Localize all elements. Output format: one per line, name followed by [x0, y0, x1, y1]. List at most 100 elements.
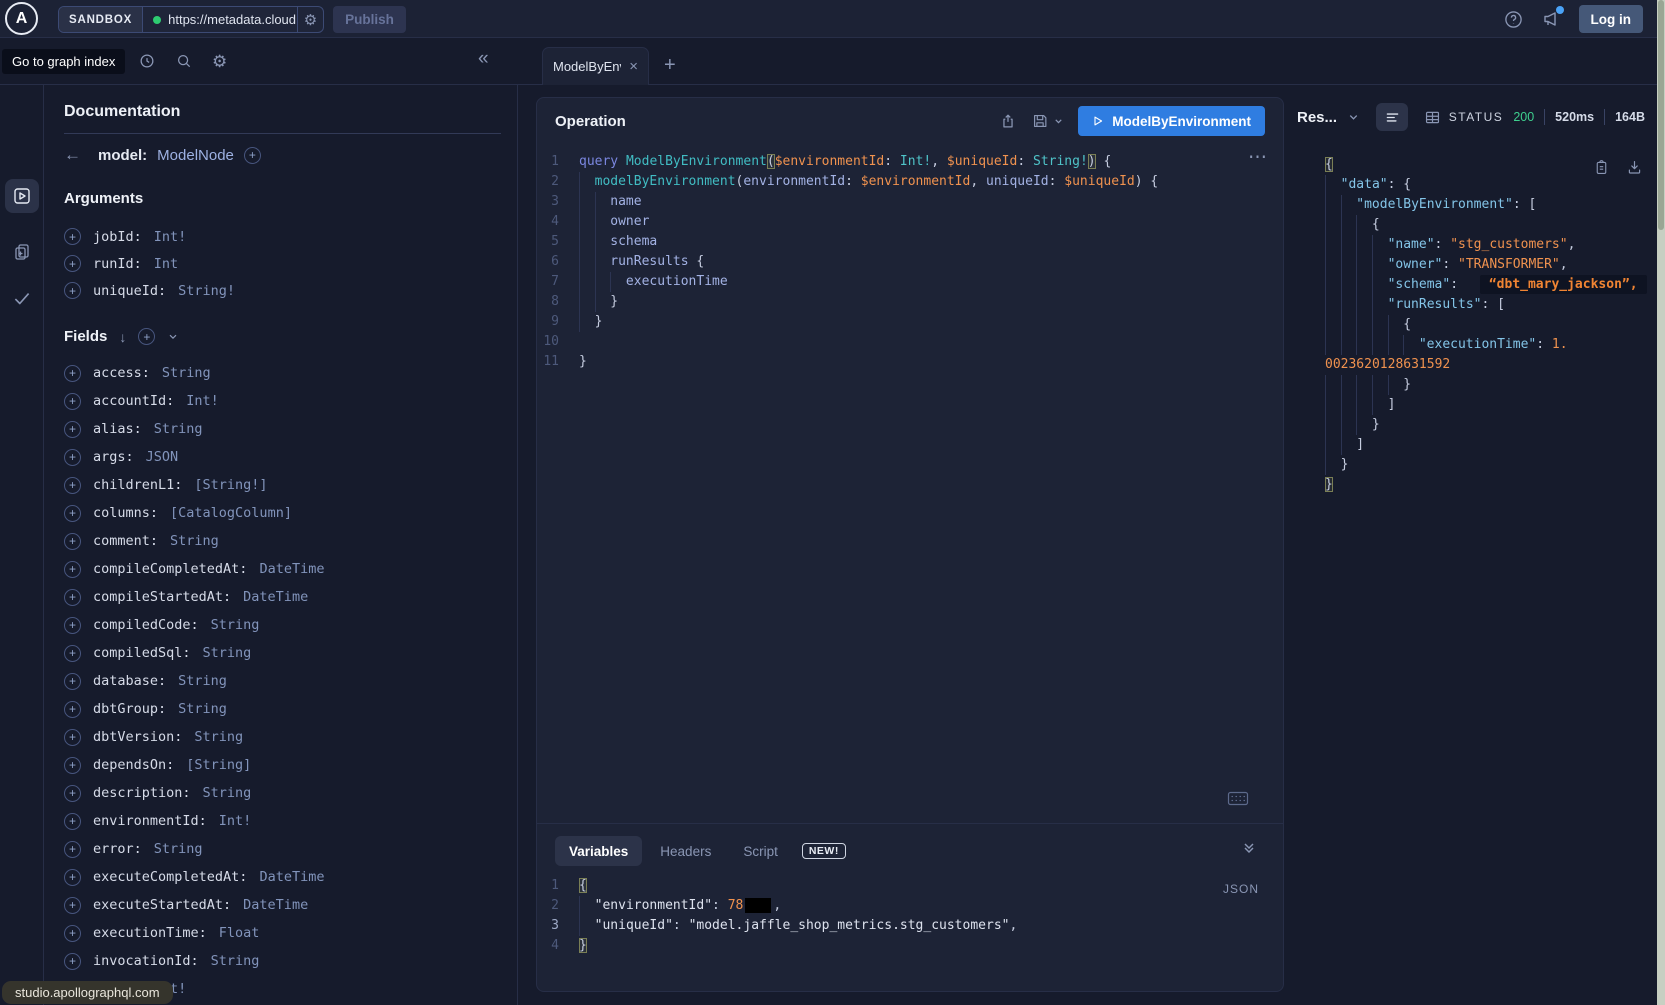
- doc-field-row[interactable]: +error:String: [64, 835, 501, 863]
- help-icon[interactable]: [1504, 10, 1523, 29]
- add-field-to-query-button[interactable]: +: [64, 785, 81, 802]
- add-field-to-query-button[interactable]: +: [64, 449, 81, 466]
- new-tab-button[interactable]: +: [664, 54, 676, 77]
- add-field-to-query-button[interactable]: +: [64, 505, 81, 522]
- connection-settings-gear-icon[interactable]: ⚙: [297, 7, 323, 32]
- doc-field-row[interactable]: +executionTime:Float: [64, 919, 501, 947]
- add-field-to-query-button[interactable]: +: [64, 925, 81, 942]
- add-field-to-query-button[interactable]: +: [64, 477, 81, 494]
- tab-variables[interactable]: Variables: [555, 836, 642, 866]
- code-line: }: [1325, 375, 1657, 395]
- add-field-to-query-button[interactable]: +: [64, 897, 81, 914]
- tab-script[interactable]: Script: [729, 836, 792, 866]
- download-response-icon[interactable]: [1626, 159, 1643, 176]
- add-field-to-query-button[interactable]: +: [64, 228, 81, 245]
- add-field-to-query-button[interactable]: +: [64, 869, 81, 886]
- doc-field-row[interactable]: +comment:String: [64, 527, 501, 555]
- add-field-to-query-button[interactable]: +: [64, 255, 81, 272]
- field-name: columns:: [93, 505, 158, 521]
- doc-field-row[interactable]: +database:String: [64, 667, 501, 695]
- doc-field-row[interactable]: +compileStartedAt:DateTime: [64, 583, 501, 611]
- add-field-to-query-button[interactable]: +: [64, 729, 81, 746]
- add-field-to-query-button[interactable]: +: [64, 841, 81, 858]
- search-icon[interactable]: [175, 52, 193, 70]
- doc-field-row[interactable]: +dbtGroup:String: [64, 695, 501, 723]
- collapse-sidebar-icon[interactable]: «: [478, 48, 489, 70]
- add-all-fields-button[interactable]: +: [138, 328, 155, 345]
- sort-fields-icon[interactable]: ↓: [119, 329, 126, 345]
- doc-field-row[interactable]: +columns:[CatalogColumn]: [64, 499, 501, 527]
- save-options-chevron-icon[interactable]: [1053, 116, 1064, 127]
- add-field-to-query-button[interactable]: +: [64, 365, 81, 382]
- doc-field-row[interactable]: +jobId:Int!: [64, 223, 501, 250]
- graph-index-tooltip: Go to graph index: [2, 49, 125, 74]
- history-icon[interactable]: [138, 52, 156, 70]
- doc-field-row[interactable]: +environmentId:Int!: [64, 807, 501, 835]
- add-field-to-query-button[interactable]: +: [64, 645, 81, 662]
- copy-response-icon[interactable]: [1593, 159, 1610, 176]
- add-field-to-query-button[interactable]: +: [64, 757, 81, 774]
- doc-field-row[interactable]: +alias:String: [64, 415, 501, 443]
- announcements-megaphone-icon[interactable]: [1541, 9, 1561, 29]
- page-scrollbar[interactable]: [1657, 0, 1665, 1005]
- add-field-to-query-button[interactable]: +: [64, 421, 81, 438]
- keyboard-shortcuts-icon[interactable]: [1227, 790, 1249, 807]
- run-operation-button[interactable]: ModelByEnvironment: [1078, 106, 1265, 136]
- doc-field-row[interactable]: +executeCompletedAt:DateTime: [64, 863, 501, 891]
- connection-status-dot: [153, 16, 161, 24]
- schema-diff-rail-icon[interactable]: [5, 235, 39, 269]
- settings-gear-icon[interactable]: ⚙: [212, 52, 227, 72]
- response-json-viewer[interactable]: {"data": {"modelByEnvironment": [{"name"…: [1297, 155, 1657, 495]
- query-editor[interactable]: 1query ModelByEnvironment($environmentId…: [537, 152, 1283, 372]
- login-button[interactable]: Log in: [1579, 5, 1644, 33]
- doc-field-row[interactable]: +access:String: [64, 359, 501, 387]
- doc-field-row[interactable]: +description:String: [64, 779, 501, 807]
- doc-field-row[interactable]: +uniqueId:String!: [64, 277, 501, 304]
- endpoint-url-group[interactable]: SANDBOX https://metadata.cloud.get ⚙: [58, 6, 324, 33]
- scrollbar-thumb[interactable]: [1658, 0, 1664, 230]
- doc-field-row[interactable]: +compiledCode:String: [64, 611, 501, 639]
- response-json-view-icon[interactable]: [1376, 103, 1408, 131]
- variables-editor[interactable]: 1{2"environmentId": 78,3"uniqueId": "mod…: [537, 876, 1283, 956]
- tab-close-icon[interactable]: ×: [629, 59, 638, 74]
- doc-field-row[interactable]: +args:JSON: [64, 443, 501, 471]
- tab-model-by-environment[interactable]: ModelByEnvi... ×: [542, 47, 649, 85]
- doc-field-row[interactable]: +invocationId:String: [64, 947, 501, 975]
- response-chevron-icon[interactable]: [1347, 111, 1360, 124]
- doc-field-row[interactable]: +compileCompletedAt:DateTime: [64, 555, 501, 583]
- response-table-view-icon[interactable]: [1416, 103, 1448, 131]
- field-name: executionTime:: [93, 925, 207, 941]
- collapse-variables-chevron-icon[interactable]: [1241, 840, 1257, 856]
- type-name-link[interactable]: ModelNode: [157, 147, 234, 164]
- add-field-to-query-button[interactable]: +: [64, 561, 81, 578]
- add-type-button[interactable]: +: [244, 147, 261, 164]
- doc-field-row[interactable]: +runId:Int: [64, 250, 501, 277]
- back-arrow-icon[interactable]: ←: [64, 145, 88, 165]
- add-field-to-query-button[interactable]: +: [64, 533, 81, 550]
- publish-button[interactable]: Publish: [333, 6, 406, 33]
- doc-field-row[interactable]: +dependsOn:[String]: [64, 751, 501, 779]
- endpoint-url-input[interactable]: https://metadata.cloud.get: [168, 12, 297, 27]
- add-field-to-query-button[interactable]: +: [64, 393, 81, 410]
- doc-field-row[interactable]: +childrenL1:[String!]: [64, 471, 501, 499]
- operations-rail-icon[interactable]: [5, 179, 39, 213]
- add-field-to-query-button[interactable]: +: [64, 282, 81, 299]
- doc-field-row[interactable]: +executeStartedAt:DateTime: [64, 891, 501, 919]
- code-line: 5schema: [537, 232, 1283, 252]
- fields-chevron-down-icon[interactable]: [167, 331, 179, 343]
- checklist-rail-icon[interactable]: [5, 281, 39, 315]
- add-field-to-query-button[interactable]: +: [64, 953, 81, 970]
- add-field-to-query-button[interactable]: +: [64, 673, 81, 690]
- add-field-to-query-button[interactable]: +: [64, 589, 81, 606]
- doc-field-row[interactable]: +accountId:Int!: [64, 387, 501, 415]
- doc-field-row[interactable]: +dbtVersion:String: [64, 723, 501, 751]
- tab-headers[interactable]: Headers: [646, 836, 725, 866]
- doc-field-row[interactable]: +compiledSql:String: [64, 639, 501, 667]
- save-operation-icon[interactable]: [1031, 112, 1049, 130]
- apollo-logo[interactable]: A: [5, 2, 38, 35]
- add-field-to-query-button[interactable]: +: [64, 701, 81, 718]
- share-operation-icon[interactable]: [999, 112, 1017, 130]
- add-field-to-query-button[interactable]: +: [64, 617, 81, 634]
- add-field-to-query-button[interactable]: +: [64, 813, 81, 830]
- editor-menu-icon[interactable]: ⋯: [1248, 146, 1267, 169]
